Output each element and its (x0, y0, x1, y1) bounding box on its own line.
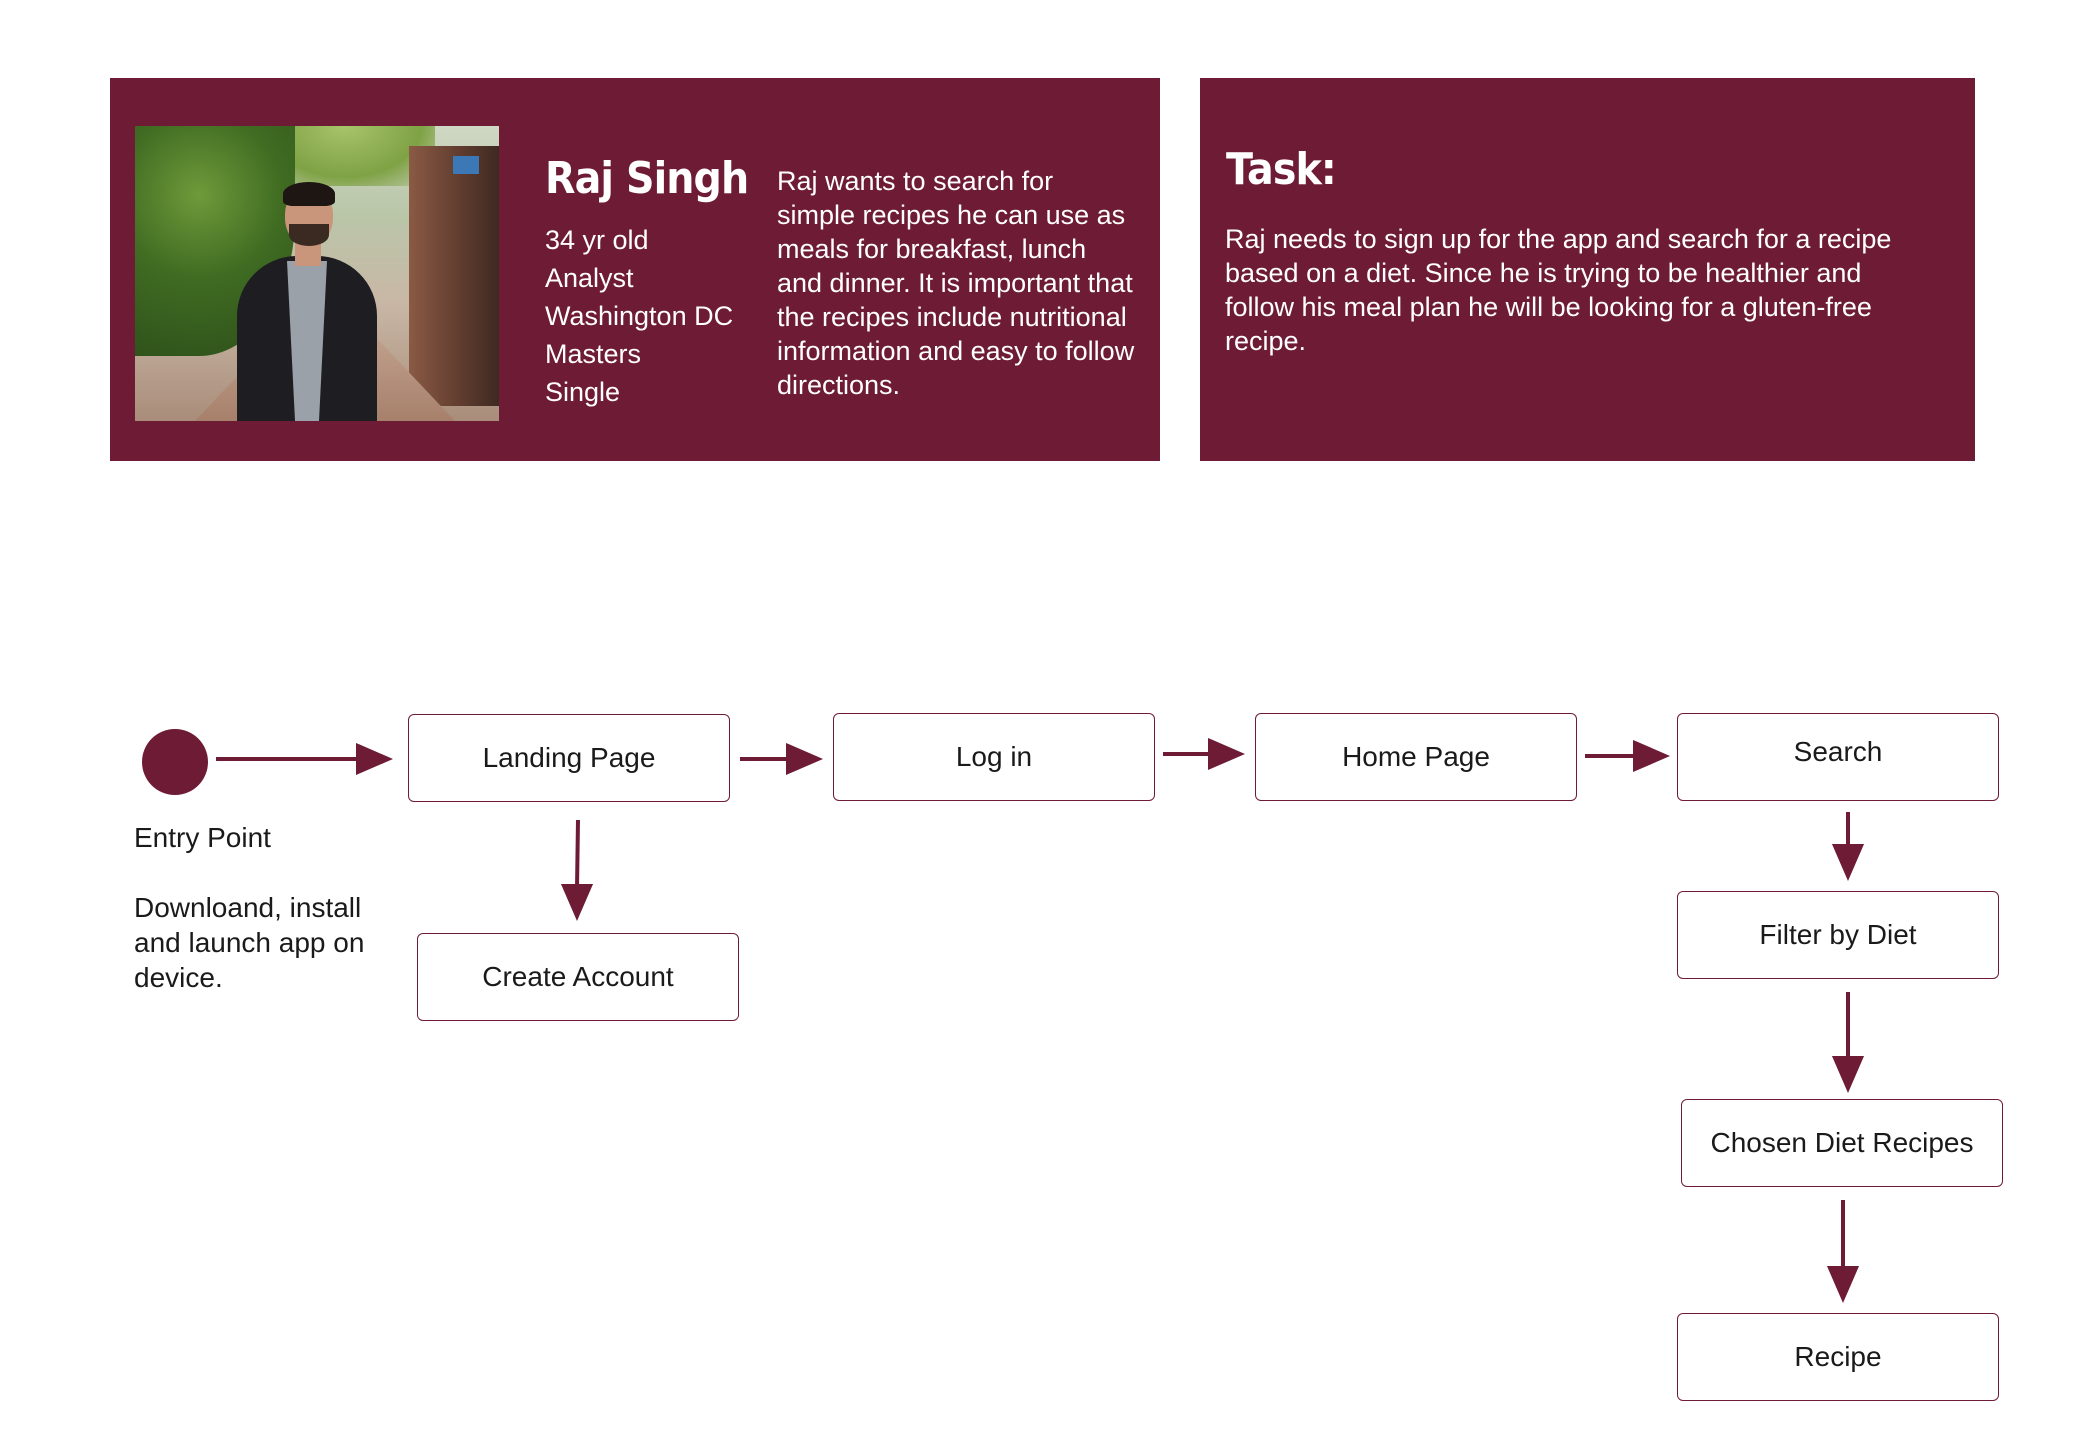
node-chosen-diet-recipes-label: Chosen Diet Recipes (1710, 1127, 1974, 1158)
arrowhead-chosen-to-recipe (1826, 1266, 1860, 1304)
entry-point-label: Entry Point (134, 822, 271, 853)
node-create-account: Create Account (417, 933, 739, 1021)
arrowhead-filter-to-chosen (1831, 1056, 1865, 1094)
node-landing-page-label: Landing Page (482, 742, 656, 773)
arrowhead-search-to-filter (1831, 844, 1865, 882)
arrowhead-landing-to-login (786, 742, 824, 776)
arrowhead-home-to-search (1633, 739, 1671, 773)
node-home-page: Home Page (1255, 713, 1577, 801)
node-log-in: Log in (833, 713, 1155, 801)
arrowhead-landing-to-create (560, 884, 594, 922)
node-log-in-label: Log in (955, 741, 1033, 772)
arrowhead-entry-to-landing (356, 742, 394, 776)
node-home-page-label: Home Page (1342, 741, 1490, 772)
node-recipe: Recipe (1677, 1313, 1999, 1401)
node-chosen-diet-recipes: Chosen Diet Recipes (1681, 1099, 2003, 1187)
node-recipe-label: Recipe (1794, 1341, 1882, 1372)
arrow-landing-to-create (575, 819, 580, 889)
node-landing-page: Landing Page (408, 714, 730, 802)
node-search: Search (1677, 713, 1999, 801)
entry-point-dot (142, 729, 208, 795)
node-filter-by-diet-label: Filter by Diet (1759, 919, 1917, 950)
node-search-label: Search (1793, 736, 1883, 767)
node-create-account-label: Create Account (482, 961, 674, 992)
node-filter-by-diet: Filter by Diet (1677, 891, 1999, 979)
arrowhead-login-to-home (1208, 737, 1246, 771)
entry-point-note: Downloand, install and launch app on dev… (134, 892, 365, 993)
